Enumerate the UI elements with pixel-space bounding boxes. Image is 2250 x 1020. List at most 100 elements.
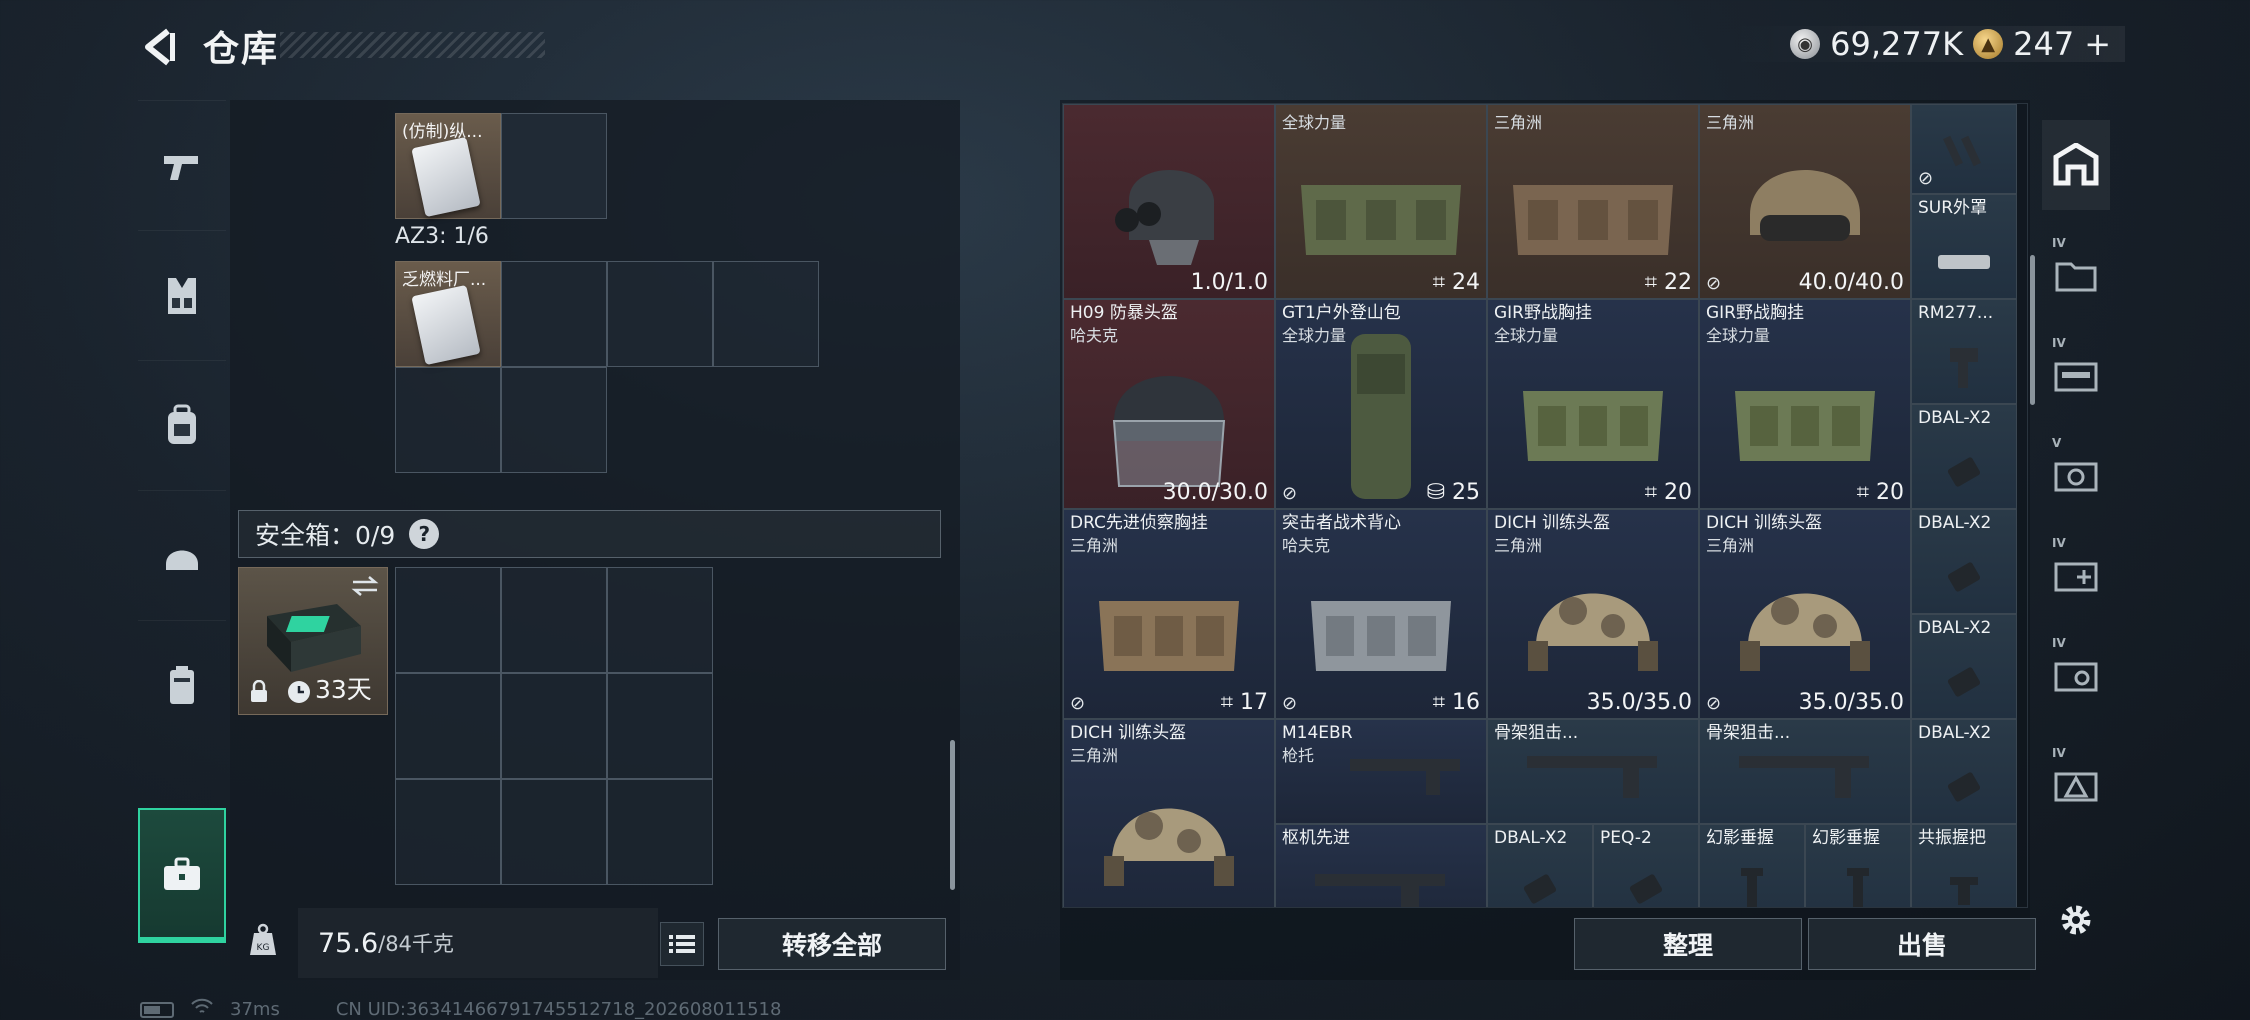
- warehouse-slot[interactable]: DICH 训练头盔 三角洲 35.0/35.0: [1487, 509, 1699, 719]
- warehouse-slot[interactable]: PEQ-2: [1593, 824, 1699, 907]
- item-name: 突击者战术背心: [1282, 513, 1401, 533]
- warehouse-slot[interactable]: DICH 训练头盔 三角洲 ⊘ 35.0/35.0: [1699, 509, 1911, 719]
- warehouse-slot[interactable]: M14EBR 枪托: [1275, 719, 1487, 824]
- warehouse-slot[interactable]: DBAL-X2: [1911, 719, 2017, 824]
- warehouse-slot[interactable]: SUR外罩: [1911, 194, 2017, 299]
- warehouse-slot[interactable]: 三角洲 ⌗ 22: [1487, 104, 1699, 299]
- chest-rig-icon: [168, 277, 196, 314]
- backpack-item-icon: [1351, 334, 1411, 500]
- warehouse-slot[interactable]: 突击者战术背心 哈夫克 ⊘ ⌗ 16: [1275, 509, 1487, 719]
- back-arrow-icon: [145, 28, 175, 66]
- nav-armor[interactable]: [138, 620, 226, 750]
- sell-button[interactable]: 出售: [1808, 918, 2036, 970]
- no-repair-icon: ⊘: [1706, 693, 1722, 714]
- warehouse-slot[interactable]: H09 防暴头盔 哈夫克 30.0/30.0: [1063, 299, 1275, 509]
- warehouse-slot[interactable]: RM277...: [1911, 299, 2017, 404]
- grip-icon: [1950, 876, 1978, 905]
- transfer-all-button[interactable]: 转移全部: [718, 918, 946, 970]
- safebox-cell[interactable]: [501, 567, 607, 673]
- back-button[interactable]: [135, 22, 185, 72]
- warehouse-slot[interactable]: ⊘: [1911, 104, 2017, 194]
- nav-chest-rig[interactable]: [138, 230, 226, 360]
- warehouse-slot[interactable]: DICH 训练头盔 三角洲: [1063, 719, 1275, 907]
- warehouse-slot[interactable]: GIR野战胸挂 全球力量 ⌗ 20: [1487, 299, 1699, 509]
- inventory-scrollbar[interactable]: [950, 740, 955, 890]
- warehouse-slot[interactable]: GT1户外登山包 全球力量 ⊘ ⛁ 25: [1275, 299, 1487, 509]
- safebox-cell[interactable]: [501, 673, 607, 779]
- tab-warehouse-iv-3[interactable]: IV: [2042, 530, 2110, 620]
- stock-icon: [1315, 873, 1445, 907]
- safebox-cell[interactable]: [607, 673, 713, 779]
- az3-capacity-label: AZ3: 1/6: [395, 224, 489, 249]
- item-name: GIR野战胸挂: [1494, 303, 1592, 323]
- durability: 30.0/30.0: [1162, 480, 1268, 505]
- tab-warehouse-main[interactable]: [2042, 120, 2110, 210]
- warehouse-scrollbar[interactable]: [2030, 255, 2035, 405]
- grid-cell[interactable]: [395, 367, 501, 473]
- gold-add-button[interactable]: +: [2084, 25, 2125, 63]
- warehouse-slot[interactable]: 共振握把: [1911, 824, 2017, 907]
- safebox-cell[interactable]: [607, 567, 713, 673]
- grid-cell[interactable]: [501, 367, 607, 473]
- grid-cell[interactable]: [713, 261, 819, 367]
- tab-warehouse-iv-4[interactable]: IV: [2042, 630, 2110, 720]
- warehouse-slot[interactable]: 幻影垂握: [1699, 824, 1805, 907]
- tab-warehouse-iv-2[interactable]: IV: [2042, 330, 2110, 420]
- grid-cell[interactable]: [501, 261, 607, 367]
- laser-module-icon: [1947, 562, 1981, 592]
- az3-item-label: 乏燃料厂...: [402, 270, 487, 290]
- nav-weapons[interactable]: [138, 100, 226, 230]
- no-repair-icon: ⊘: [1282, 483, 1298, 504]
- safebox-cell[interactable]: [395, 673, 501, 779]
- safebox-cell[interactable]: [501, 779, 607, 885]
- tab-warehouse-v[interactable]: V: [2042, 430, 2110, 520]
- warehouse-slot[interactable]: DBAL-X2: [1911, 404, 2017, 509]
- help-icon[interactable]: ?: [409, 519, 440, 549]
- grid-cell[interactable]: [501, 113, 607, 219]
- tab-warehouse-iv-5[interactable]: IV: [2042, 740, 2110, 830]
- chest-rig-green-icon: [1735, 391, 1875, 462]
- warehouse-slot[interactable]: 幻影垂握: [1805, 824, 1911, 907]
- warehouse-slot[interactable]: 枢机先进: [1275, 824, 1487, 907]
- tab-warehouse-iv-1[interactable]: IV: [2042, 230, 2110, 320]
- tab-level: IV: [2052, 636, 2066, 650]
- stock-icon: [1527, 755, 1657, 798]
- safebox-duration: 33天: [315, 675, 372, 704]
- nav-helmet[interactable]: [138, 490, 226, 620]
- warehouse-slot[interactable]: DRC先进侦察胸挂 三角洲 ⊘ ⌗ 17: [1063, 509, 1275, 719]
- safebox-cell[interactable]: [395, 779, 501, 885]
- az3-item-tile[interactable]: 乏燃料厂...: [395, 261, 501, 367]
- grid-cell[interactable]: [607, 261, 713, 367]
- warehouse-slot[interactable]: GIR野战胸挂 全球力量 ⌗ 20: [1699, 299, 1911, 509]
- safebox-cell[interactable]: [395, 567, 501, 673]
- item-name: 骨架狙击...: [1494, 723, 1579, 743]
- warehouse-slot[interactable]: 三角洲 ⊘ 40.0/40.0: [1699, 104, 1911, 299]
- warehouse-slot[interactable]: 骨架狙击...: [1487, 719, 1699, 824]
- warehouse-slot[interactable]: 骨架狙击...: [1699, 719, 1911, 824]
- status-bar: 37ms CN UID:36341466791745512718_2026080…: [140, 998, 781, 1020]
- armor-icon: [170, 665, 194, 704]
- weight-max: /84千克: [378, 932, 454, 956]
- warehouse-slot[interactable]: 1.0/1.0: [1063, 104, 1275, 299]
- safebox-case-icon: [267, 604, 361, 672]
- warehouse-slot[interactable]: DBAL-X2: [1911, 614, 2017, 719]
- settings-button[interactable]: [2042, 875, 2110, 965]
- top-item-tile[interactable]: (仿制)纵...: [395, 113, 501, 219]
- safebox-item[interactable]: 33天: [238, 567, 388, 715]
- svg-text:KG: KG: [257, 943, 270, 953]
- nav-safebox[interactable]: [138, 808, 226, 943]
- item-maker: 哈夫克: [1070, 326, 1119, 345]
- warehouse-slot[interactable]: DBAL-X2: [1911, 509, 2017, 614]
- safebox-header: 安全箱：0/9 ?: [238, 510, 941, 558]
- nav-backpack[interactable]: [138, 360, 226, 490]
- warehouse-slot[interactable]: 全球力量 ⌗ 24: [1275, 104, 1487, 299]
- laser-module-icon: [1629, 874, 1663, 904]
- safebox-cell[interactable]: [607, 779, 713, 885]
- list-view-button[interactable]: [660, 922, 704, 966]
- gold-amount: 247: [2013, 25, 2075, 63]
- warehouse-slot[interactable]: DBAL-X2: [1487, 824, 1593, 907]
- top-item-label: (仿制)纵...: [402, 122, 483, 142]
- riot-helmet-icon: [1112, 375, 1226, 487]
- sort-button[interactable]: 整理: [1574, 918, 1802, 970]
- list-icon: [669, 935, 695, 953]
